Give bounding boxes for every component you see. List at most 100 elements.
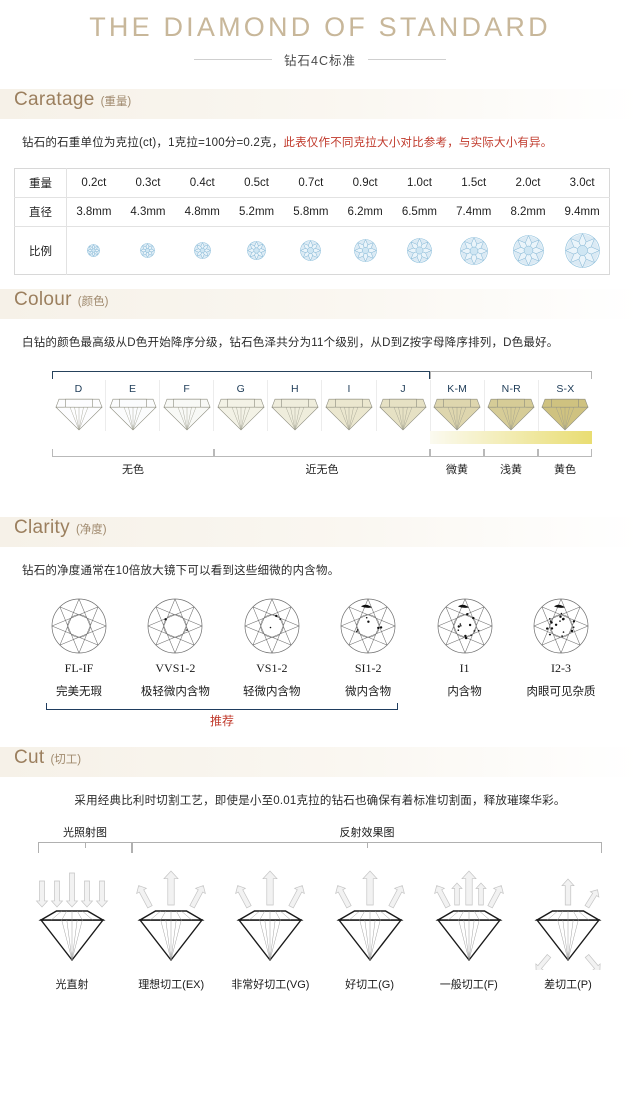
cut-grade-label: 好切工(G)	[345, 979, 394, 991]
colour-grade-cell: K-M	[431, 379, 485, 431]
gem-size-cell	[229, 227, 283, 275]
table-row: 直径 3.8mm 4.3mm 4.8mm 5.2mm 5.8mm 6.2mm 6.5mm 7.4…	[14, 197, 610, 228]
clarity-grade-desc: 完美无瑕	[56, 685, 102, 698]
cut-description: 采用经典比利时切割工艺，即使是小至0.01克拉的钻石也确保有着标准切割面，释放璀…	[74, 794, 566, 807]
table-cell: 5.2mm	[229, 197, 284, 228]
cut-grade-label: 非常好切工(VG)	[231, 979, 310, 991]
section-title-clarity-cn: (净度)	[75, 523, 107, 536]
clarity-grade-desc: 极轻微内含物	[140, 685, 210, 698]
table-cell: 0.4ct	[175, 168, 230, 199]
bracket-tick	[367, 842, 368, 848]
table-cell: 0.2ct	[66, 168, 121, 199]
colour-group-bracket	[430, 448, 484, 457]
clarity-grade-item: I1 内含物	[420, 598, 510, 699]
colour-grade-cell: N-R	[485, 379, 539, 431]
colour-grade-label: I	[347, 382, 351, 395]
gem-size-cell	[501, 227, 555, 275]
page-title: THE DIAMOND OF STANDARD	[89, 12, 551, 42]
table-row-header: 重量	[14, 168, 67, 199]
caratage-table: 重量 0.2ct 0.3ct 0.4ct 0.5ct 0.7ct 0.9ct 1.0ct 1.5…	[14, 168, 610, 276]
diamond-side-icon	[52, 397, 105, 431]
cut-grade-item: 非常好切工(VG)	[222, 858, 318, 992]
table-cell: 3.0ct	[555, 168, 610, 199]
masthead: THE DIAMOND OF STANDARD 钻石4C标准	[0, 0, 640, 75]
clarity-grade-desc: 内含物	[447, 685, 482, 698]
colour-top-brackets	[52, 370, 592, 380]
colour-grade-cell: H	[268, 379, 323, 431]
cut-grade-label: 一般切工(F)	[439, 979, 498, 991]
colour-bracket-colorless-to-near-colorless	[52, 370, 430, 379]
section-title-clarity-en: Clarity	[14, 516, 70, 538]
colour-scale: D E F G H I J K-M N-R S-X 无色 近无色 微黄 浅黄 黄…	[0, 370, 640, 503]
colour-group-label: 黄色	[554, 463, 576, 476]
gem-size-cell	[447, 227, 501, 275]
table-cell: 1.0ct	[392, 168, 447, 199]
section-body-caratage: 钻石的石重单位为克拉(ct)，1克拉=100分=0.2克，此表仅作不同克拉大小对…	[0, 135, 640, 152]
gem-size-cell	[338, 227, 392, 275]
colour-grade-label: S-X	[556, 382, 575, 395]
cut-grade-label: 理想切工(EX)	[138, 979, 205, 991]
colour-grade-cell: S-X	[539, 380, 592, 431]
clarity-grade-item: SI1-2 微内含物	[323, 598, 413, 699]
clarity-grade-code: I1	[459, 660, 470, 675]
table-row: 比例	[14, 226, 610, 275]
colour-group-bracket	[538, 448, 592, 457]
table-cell: 6.5mm	[392, 197, 447, 228]
cut-diagram-icon	[123, 858, 219, 970]
section-title-caratage-cn: (重量)	[100, 96, 132, 108]
yellow-tint-bar	[430, 430, 592, 444]
clarity-grade-code: SI1-2	[354, 660, 382, 675]
colour-grade-label: F	[183, 382, 191, 395]
clarity-diamond-icon	[130, 598, 220, 654]
clarity-diamond-icon	[420, 598, 510, 654]
caratage-description-black: 钻石的石重单位为克拉(ct)，1克拉=100分=0.2克，	[22, 137, 284, 149]
colour-group-bracket	[484, 448, 538, 457]
section-body-colour: 白钻的颜色最高级从D色开始降序分级，钻石色泽共分为11个级别，从D到Z按字母降序…	[0, 335, 640, 352]
table-cell: 8.2mm	[500, 197, 556, 228]
colour-grade-cell: F	[160, 379, 215, 431]
diamond-side-icon	[377, 397, 430, 431]
table-cell: 7.4mm	[446, 197, 501, 228]
diamond-side-icon	[106, 397, 159, 431]
gem-size-cell	[392, 227, 446, 275]
cut-item-row: 光直射 理想切工(EX) 非常好切工(VG) 好切工(G) 一般切工(F) 差切…	[24, 858, 616, 992]
colour-grade-label: D	[74, 382, 83, 395]
section-body-cut: 采用经典比利时切割工艺，即使是小至0.01克拉的钻石也确保有着标准切割面，释放璀…	[0, 793, 640, 810]
clarity-grade-code: I2-3	[550, 660, 571, 675]
colour-yellow-bar-row	[52, 430, 592, 445]
clarity-recommend: 推荐	[34, 702, 606, 733]
cut-grade-item: 光直射	[24, 858, 120, 992]
cut-grade-label: 光直射	[55, 979, 89, 991]
diamond-side-icon	[431, 397, 484, 431]
diamond-side-icon	[485, 397, 538, 431]
section-header-clarity: Clarity (净度)	[0, 516, 640, 547]
caratage-description-red: 此表仅作不同克拉大小对比参考，与实际大小有异。	[283, 137, 553, 149]
cut-group-brackets	[38, 842, 602, 854]
colour-bottom-brackets	[52, 448, 592, 458]
clarity-grade-code: VVS1-2	[155, 660, 196, 675]
gem-size-cell	[175, 227, 229, 275]
clarity-grade-item: VVS1-2 极轻微内含物	[130, 598, 220, 699]
table-row: 重量 0.2ct 0.3ct 0.4ct 0.5ct 0.7ct 0.9ct 1.0ct 1.5…	[14, 168, 610, 199]
section-title-colour-cn: (颜色)	[77, 296, 109, 309]
table-cell: 9.4mm	[555, 197, 610, 228]
caratage-description: 钻石的石重单位为克拉(ct)，1克拉=100分=0.2克，此表仅作不同克拉大小对…	[22, 135, 624, 152]
diamond-side-icon	[268, 397, 321, 431]
table-cell: 0.3ct	[120, 168, 176, 199]
colour-grade-label: E	[129, 382, 137, 395]
clarity-grade-desc: 肉眼可见杂质	[526, 685, 596, 698]
clarity-diamond-icon	[34, 598, 124, 654]
table-cell: 3.8mm	[66, 197, 121, 228]
table-cell: 5.8mm	[283, 197, 338, 228]
colour-grade-cell: E	[106, 379, 161, 431]
section-title-colour-en: Colour	[14, 289, 72, 311]
cut-diagram-icon	[222, 858, 318, 970]
recommend-label: 推荐	[209, 713, 234, 728]
cut-diagram-icon	[322, 858, 418, 970]
table-cell: 4.8mm	[175, 197, 230, 228]
clarity-grade-desc: 轻微内含物	[243, 685, 301, 698]
colour-grade-row: D E F G H I J K-M N-R S-X	[52, 379, 592, 431]
section-title-caratage-en: Caratage	[14, 89, 95, 110]
clarity-grade-item: I2-3 肉眼可见杂质	[516, 598, 606, 699]
cut-grade-label: 差切工(P)	[544, 979, 592, 991]
